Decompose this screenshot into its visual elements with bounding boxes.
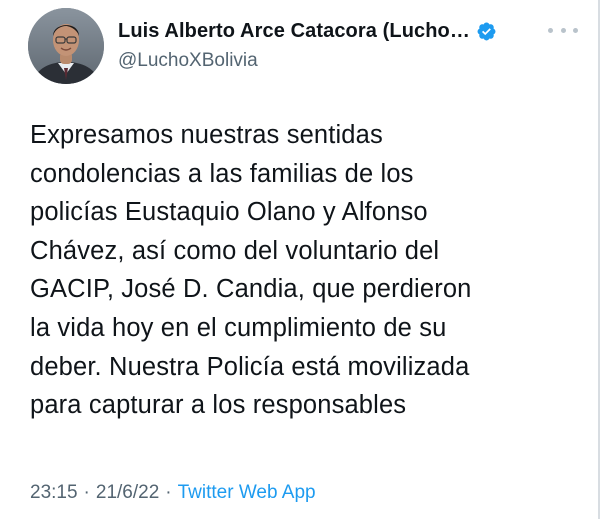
more-dot	[573, 27, 578, 33]
avatar[interactable]	[28, 8, 104, 84]
tweet-meta: 23:15 · 21/6/22 · Twitter Web App	[30, 482, 316, 504]
tweet-text-line: la vida hoy en el cumplimiento de su	[30, 313, 447, 342]
display-name[interactable]: Luis Alberto Arce Catacora (Lucho…	[118, 20, 470, 43]
more-options-icon[interactable]	[548, 22, 578, 38]
tweet-text-line: Chávez, así como del voluntario del	[30, 236, 440, 265]
tweet-text-line: deber. Nuestra Policía está movilizada	[30, 352, 470, 381]
tweet-text-line: Expresamos nuestras sentidas	[30, 121, 383, 149]
tweet-time[interactable]: 23:15	[30, 482, 78, 503]
tweet-text-line: GACIP, José D. Candia, que perdieron	[30, 275, 472, 304]
tweet-text-line: condolencias a las familias de los	[30, 159, 414, 188]
tweet-card: Luis Alberto Arce Catacora (Lucho… @Luch…	[0, 0, 600, 519]
meta-separator: ·	[165, 482, 172, 503]
user-handle[interactable]: @LuchoXBolivia	[118, 50, 258, 72]
more-dot	[548, 27, 553, 33]
tweet-text-line: para capturar a los responsables	[30, 391, 407, 420]
tweet-text-line: policías Eustaquio Olano y Alfonso	[30, 198, 428, 227]
tweet-text: Expresamos nuestras sentidas condolencia…	[30, 116, 585, 425]
avatar-photo	[28, 8, 104, 84]
meta-separator: ·	[83, 482, 90, 503]
tweet-source-link[interactable]: Twitter Web App	[178, 482, 316, 503]
tweet-header: Luis Alberto Arce Catacora (Lucho… @Luch…	[28, 8, 588, 88]
name-row: Luis Alberto Arce Catacora (Lucho…	[118, 20, 497, 43]
more-dot	[560, 27, 566, 33]
tweet-date[interactable]: 21/6/22	[96, 482, 159, 503]
verified-badge-icon	[477, 22, 496, 41]
